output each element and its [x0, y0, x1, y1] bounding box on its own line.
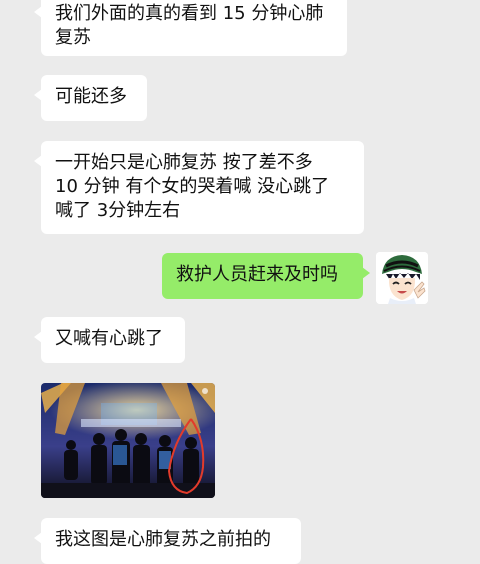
- message-bubble-received[interactable]: 我这图是心肺复苏之前拍的: [34, 518, 301, 564]
- message-bubble-received[interactable]: 又喊有心跳了: [34, 317, 185, 363]
- message-bubble-sent[interactable]: 救护人员赶来及时吗: [162, 253, 370, 299]
- message-text-line: 喊了 3分钟左右: [55, 200, 181, 221]
- scrollbar[interactable]: [474, 0, 480, 559]
- message-bubble-received[interactable]: 我们外面的真的看到 15 分钟心肺 复苏: [34, 0, 347, 56]
- stage-photo-drawing: [41, 383, 215, 498]
- message-text-line: 我这图是心肺复苏之前拍的: [55, 529, 271, 550]
- message-text-line: 救护人员赶来及时吗: [176, 264, 338, 285]
- chat-conversation: 我们外面的真的看到 15 分钟心肺 复苏 可能还多 一开始只是心肺复苏 按了差不…: [0, 0, 480, 564]
- message-text-line: 10 分钟 有个女的哭着喊 没心跳了: [55, 176, 330, 197]
- message-bubble-received[interactable]: 可能还多: [34, 75, 147, 121]
- avatar-drawing: [376, 252, 428, 304]
- message-bubble-received[interactable]: 一开始只是心肺复苏 按了差不多 10 分钟 有个女的哭着喊 没心跳了 喊了 3分…: [34, 141, 364, 234]
- message-text-line: 我们外面的真的看到 15 分钟心肺: [55, 3, 324, 24]
- message-text-line: 可能还多: [55, 86, 127, 107]
- chat-image-stage-photo[interactable]: [41, 383, 215, 498]
- message-text-line: 复苏: [55, 27, 91, 48]
- message-text-line: 又喊有心跳了: [55, 328, 163, 349]
- cartoon-boy-avatar-icon[interactable]: [376, 252, 428, 304]
- message-text-line: 一开始只是心肺复苏 按了差不多: [55, 152, 313, 173]
